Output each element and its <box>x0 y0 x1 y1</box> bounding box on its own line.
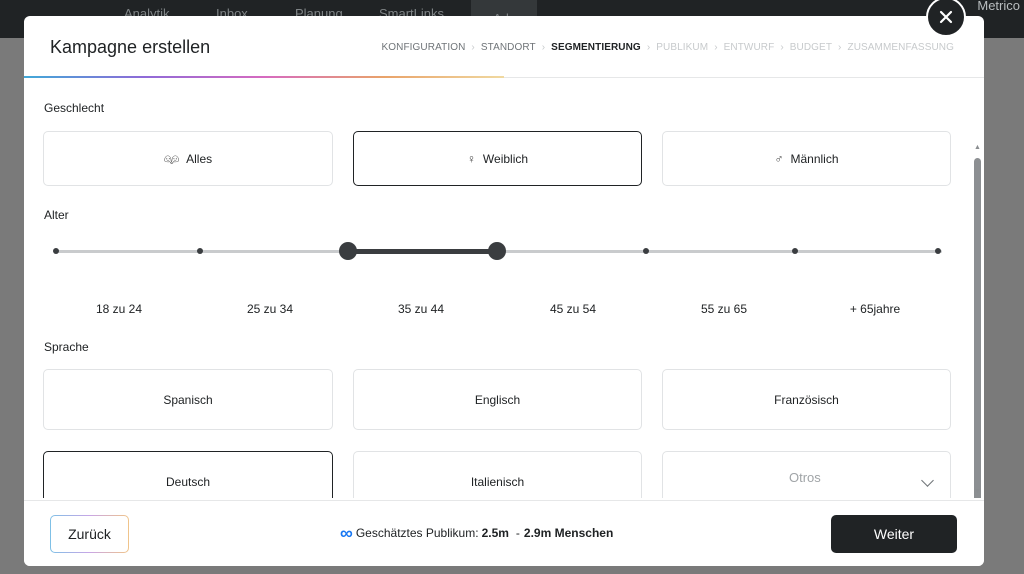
age-slider-handle-max[interactable] <box>488 242 506 260</box>
age-tick[interactable] <box>197 248 203 254</box>
chevron-right-icon: › <box>471 42 475 53</box>
language-option-italienisch[interactable]: Italienisch <box>353 451 642 498</box>
meta-logo-icon: ∞ <box>340 523 353 543</box>
step-konfiguration[interactable]: KONFIGURATION <box>382 42 466 53</box>
modal-footer: Zurück ∞ Geschätztes Publikum: 2.5m - 2.… <box>24 500 984 566</box>
age-tick[interactable] <box>643 248 649 254</box>
language-option-label: Französisch <box>774 392 839 407</box>
modal-header: Kampagne erstellen KONFIGURATION › STAND… <box>24 16 984 78</box>
gender-option-label: Alles <box>186 151 213 166</box>
chevron-right-icon: › <box>646 42 651 53</box>
language-option-label: Deutsch <box>165 474 211 489</box>
age-tick[interactable] <box>792 248 798 254</box>
language-option-englisch[interactable]: Englisch <box>353 369 642 430</box>
stepper: KONFIGURATION › STANDORT › SEGMENTIERUNG… <box>382 42 955 53</box>
brand-name: Metrico <box>977 0 1020 13</box>
chevron-right-icon: › <box>838 42 842 53</box>
male-icon: ♂ <box>774 151 784 166</box>
modal-body: Geschlecht 👫︎ Alles ♀ Weiblich ♂ Männlic… <box>24 78 984 498</box>
age-slider-handle-min[interactable] <box>339 242 357 260</box>
scrollbar-thumb[interactable] <box>974 158 981 498</box>
close-icon <box>939 10 953 24</box>
age-tick[interactable] <box>935 248 941 254</box>
language-label: Sprache <box>44 340 89 354</box>
age-range-label: + 65jahre <box>849 302 901 316</box>
step-entwurf: ENTWURF <box>723 42 775 53</box>
language-option-label: Englisch <box>474 392 521 407</box>
chevron-right-icon: › <box>541 42 546 53</box>
chevron-right-icon: › <box>780 42 784 53</box>
age-range-label: 55 zu 65 <box>700 302 748 316</box>
gender-option-maennlich[interactable]: ♂ Männlich <box>662 131 951 186</box>
scroll-down-arrow-icon[interactable]: ▼ <box>974 488 981 495</box>
audience-prefix: Geschätztes Publikum: <box>355 526 479 540</box>
audience-min: 2.5m <box>481 526 509 540</box>
step-publikum: PUBLIKUM <box>656 42 709 53</box>
age-range-label: 25 zu 34 <box>246 302 294 316</box>
next-button[interactable]: Weiter <box>831 515 957 553</box>
audience-max: 2.9m Menschen <box>523 526 614 540</box>
gender-option-alles[interactable]: 👫︎ Alles <box>43 131 333 186</box>
age-range-label: 45 zu 54 <box>549 302 597 316</box>
scroll-up-arrow-icon[interactable]: ▲ <box>974 144 981 151</box>
language-other-select[interactable]: Otros <box>662 451 951 498</box>
chevron-right-icon: › <box>714 42 718 53</box>
modal-title: Kampagne erstellen <box>50 37 211 57</box>
people-icon: 👫︎ <box>163 151 180 166</box>
step-zusammenfassung: ZUSAMMENFASSUNG <box>847 42 954 53</box>
create-campaign-modal: Kampagne erstellen KONFIGURATION › STAND… <box>24 16 984 566</box>
language-other-placeholder: Otros <box>789 470 821 485</box>
female-icon: ♀ <box>466 151 476 166</box>
age-tick[interactable] <box>53 248 59 254</box>
step-standort[interactable]: STANDORT <box>481 42 536 53</box>
age-range-label: 35 zu 44 <box>397 302 445 316</box>
language-option-franzoesisch[interactable]: Französisch <box>662 369 951 430</box>
chevron-down-icon <box>921 474 934 487</box>
language-option-deutsch[interactable]: Deutsch <box>43 451 333 498</box>
gender-option-label: Weiblich <box>482 151 529 166</box>
gender-option-label: Männlich <box>790 151 839 166</box>
age-slider-range <box>348 249 497 254</box>
gender-label: Geschlecht <box>44 101 105 115</box>
gender-option-weiblich[interactable]: ♀ Weiblich <box>353 131 642 186</box>
audience-estimate: ∞ Geschätztes Publikum: 2.5m - 2.9m Mens… <box>340 523 614 543</box>
audience-dash: - <box>515 526 520 540</box>
language-option-label: Italienisch <box>470 474 525 489</box>
language-option-label: Spanisch <box>163 392 213 407</box>
step-budget: BUDGET <box>789 42 833 53</box>
age-label: Alter <box>44 208 69 222</box>
language-option-spanisch[interactable]: Spanisch <box>43 369 333 430</box>
age-range-label: 18 zu 24 <box>95 302 143 316</box>
back-button[interactable]: Zurück <box>50 515 129 553</box>
step-segmentierung[interactable]: SEGMENTIERUNG <box>551 42 641 53</box>
